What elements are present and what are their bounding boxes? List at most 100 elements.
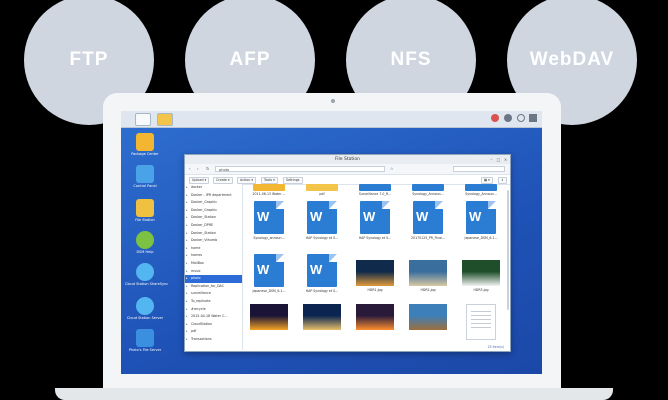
path-field[interactable]: photo bbox=[215, 166, 385, 172]
file-item[interactable] bbox=[351, 184, 399, 192]
folder-tree: dockerDocker - IPR departmentDocker_Grap… bbox=[185, 184, 243, 350]
desktop-shortcut[interactable]: File Station bbox=[125, 199, 165, 222]
photo-thumbnail bbox=[250, 304, 288, 330]
file-item[interactable]: W HAP Synology et S... bbox=[298, 201, 346, 245]
file-name: Surveillance 7.0_R... bbox=[358, 192, 392, 196]
file-item[interactable] bbox=[298, 184, 346, 192]
file-item[interactable]: W Synology_announ... bbox=[245, 201, 293, 245]
file-item[interactable]: W Japanese_DSM_6.1... bbox=[245, 254, 293, 298]
tree-item[interactable]: photo bbox=[185, 275, 242, 283]
view-toggle-button[interactable]: ▦ ▾ bbox=[481, 177, 493, 184]
scrollbar[interactable] bbox=[507, 190, 509, 310]
search-input[interactable] bbox=[453, 166, 505, 172]
folder-icon bbox=[465, 184, 497, 191]
word-document-icon: W bbox=[254, 201, 284, 234]
tree-item[interactable]: Docker_DPRE bbox=[185, 222, 242, 230]
file-item[interactable] bbox=[457, 304, 505, 348]
maximize-icon[interactable]: □ bbox=[496, 157, 501, 162]
desktop-shortcut[interactable]: Cloud Station ShareSync bbox=[125, 263, 169, 286]
forward-icon[interactable]: › bbox=[197, 166, 202, 171]
tree-item[interactable]: Docker_Graphic bbox=[185, 199, 242, 207]
desktop-shortcut[interactable]: DSM Help bbox=[125, 231, 165, 254]
action-button[interactable]: Action ▾ bbox=[237, 177, 257, 184]
minimize-icon[interactable]: – bbox=[489, 157, 494, 162]
create-button[interactable]: Create ▾ bbox=[213, 177, 233, 184]
photo-thumbnail bbox=[409, 260, 447, 286]
file-item[interactable]: W HAP Synology et S... bbox=[298, 254, 346, 298]
file-item[interactable] bbox=[245, 304, 293, 348]
photo-thumbnail bbox=[462, 260, 500, 286]
tree-item[interactable]: Docker_Station bbox=[185, 214, 242, 222]
folder-icon bbox=[359, 184, 391, 191]
file-name: 2011-06-13 Water ... bbox=[252, 192, 286, 196]
desktop-shortcut[interactable]: Photo's File Server bbox=[125, 329, 165, 352]
back-icon[interactable]: ‹ bbox=[189, 166, 194, 171]
file-item[interactable] bbox=[404, 304, 452, 348]
refresh-icon[interactable]: ↻ bbox=[206, 166, 211, 171]
tools-button[interactable]: Tools ▾ bbox=[261, 177, 278, 184]
file-name: 20170125_PR_Final... bbox=[411, 236, 445, 240]
control-panel-icon bbox=[136, 165, 154, 183]
main-menu-button[interactable] bbox=[135, 113, 151, 126]
file-name: Japanese_DSM_6.1... bbox=[252, 289, 286, 293]
tree-item[interactable]: Transactions bbox=[185, 336, 242, 344]
tree-item[interactable]: Docker_Vthumb bbox=[185, 237, 242, 245]
tree-item[interactable]: surveillance bbox=[185, 290, 242, 298]
tree-item[interactable]: pdf bbox=[185, 328, 242, 336]
tree-item[interactable]: docker bbox=[185, 184, 242, 192]
tree-item[interactable]: Docker_Graphic bbox=[185, 207, 242, 215]
tree-item[interactable]: To_replicate bbox=[185, 298, 242, 306]
file-name: Synology_Announ... bbox=[412, 192, 444, 196]
tree-item[interactable]: MailBox bbox=[185, 260, 242, 268]
photo-thumbnail bbox=[356, 304, 394, 330]
tree-item[interactable]: Docker_Station bbox=[185, 230, 242, 238]
file-item[interactable]: HDR1.jpg bbox=[351, 254, 399, 298]
item-count: 25 item(s) bbox=[487, 345, 504, 349]
file-station-taskbar-button[interactable] bbox=[157, 113, 173, 126]
tree-item[interactable]: #recycle bbox=[185, 306, 242, 314]
star-icon[interactable]: ☆ bbox=[390, 166, 395, 171]
dsm-desktop: Package Center Control Panel File Station D… bbox=[121, 111, 542, 374]
cloud-server-icon bbox=[136, 297, 154, 315]
laptop-base bbox=[55, 388, 613, 400]
file-item[interactable]: HDR3.jpg bbox=[457, 254, 505, 298]
search-icon[interactable] bbox=[517, 114, 525, 122]
tree-item[interactable]: music bbox=[185, 268, 242, 276]
desktop-shortcut[interactable]: Control Panel bbox=[125, 165, 165, 188]
file-item[interactable]: W HAP Synology et S... bbox=[351, 201, 399, 245]
upload-button[interactable]: Upload ▾ bbox=[189, 177, 210, 184]
file-name: HDR1.jpg bbox=[367, 288, 383, 292]
settings-button[interactable]: Settings bbox=[283, 177, 303, 184]
notification-icon[interactable] bbox=[491, 114, 499, 122]
tree-item[interactable]: 2015-04-18 Water C... bbox=[185, 313, 242, 321]
tree-item[interactable]: home bbox=[185, 245, 242, 253]
widgets-icon[interactable] bbox=[529, 114, 537, 122]
file-item[interactable]: W Japanese_DSM_6.1... bbox=[457, 201, 505, 245]
file-name: pdf bbox=[319, 192, 325, 196]
file-station-window[interactable]: File Station – □ × ‹ › ↻ photo ☆ Upload … bbox=[184, 154, 511, 352]
desktop-shortcut[interactable]: Package Center bbox=[125, 133, 165, 156]
tree-item[interactable]: Docker - IPR department bbox=[185, 192, 242, 200]
file-item[interactable]: HDR2.jpg bbox=[404, 254, 452, 298]
file-item[interactable] bbox=[245, 184, 293, 192]
file-item[interactable]: W 20170125_PR_Final... bbox=[404, 201, 452, 245]
help-icon bbox=[136, 231, 154, 249]
file-grid: 2011-06-13 Water ... pdf Surveillance 7.0_… bbox=[243, 184, 509, 350]
sort-button[interactable]: ↕ bbox=[498, 177, 507, 184]
file-item[interactable] bbox=[298, 304, 346, 348]
word-document-icon: W bbox=[254, 254, 284, 287]
camera-icon bbox=[331, 99, 335, 103]
file-name: HDR3.jpg bbox=[473, 288, 489, 292]
window-titlebar[interactable]: File Station – □ × bbox=[185, 155, 510, 164]
tree-item[interactable]: Replication_for_DAC bbox=[185, 283, 242, 291]
user-icon[interactable] bbox=[504, 114, 512, 122]
file-item[interactable] bbox=[404, 184, 452, 192]
close-icon[interactable]: × bbox=[503, 157, 508, 162]
desktop-shortcut[interactable]: Cloud Station Server bbox=[125, 297, 165, 320]
protocol-label: NFS bbox=[390, 49, 432, 70]
file-item[interactable] bbox=[351, 304, 399, 348]
desktop-shortcut-label: Cloud Station ShareSync bbox=[125, 282, 169, 286]
tree-item[interactable]: CloudStation bbox=[185, 321, 242, 329]
file-item[interactable] bbox=[457, 184, 505, 192]
tree-item[interactable]: homes bbox=[185, 252, 242, 260]
